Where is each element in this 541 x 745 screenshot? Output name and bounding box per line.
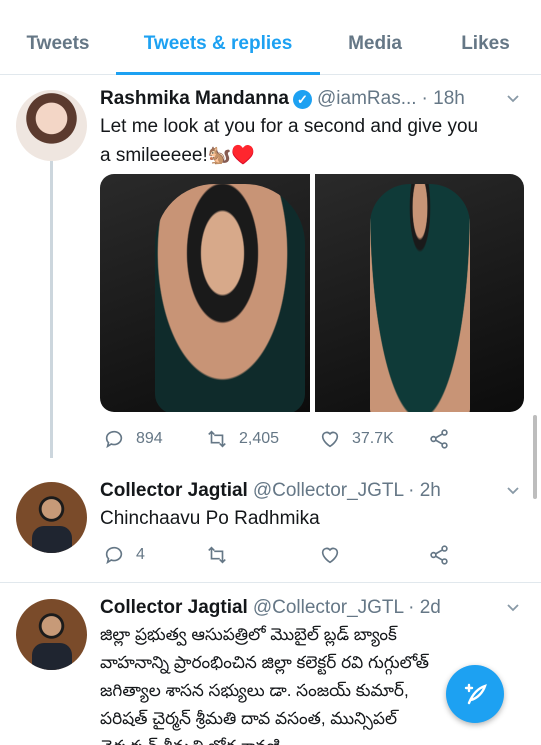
scrollbar[interactable] <box>533 415 537 499</box>
author-name[interactable]: Collector Jagtial <box>100 480 248 502</box>
author-handle[interactable]: @iamRas... <box>317 88 417 110</box>
like-button[interactable] <box>319 544 341 566</box>
feather-plus-icon <box>464 683 487 705</box>
verified-badge-icon: ✓ <box>293 89 312 109</box>
reply-count: 894 <box>136 430 163 447</box>
tweet-time: · 18h <box>421 88 465 109</box>
media-photo-1[interactable] <box>100 174 310 412</box>
tweet-header: Rashmika Mandanna ✓ @iamRas... · 18h <box>100 86 523 112</box>
avatar[interactable] <box>16 599 87 670</box>
tweet-card[interactable]: Collector Jagtial @Collector_JGTL · 2h C… <box>0 478 541 578</box>
retweet-button[interactable]: 2,405 <box>206 428 279 450</box>
reply-button[interactable]: 894 <box>103 428 163 450</box>
author-name[interactable]: Rashmika Mandanna <box>100 88 289 110</box>
tab-tweets-and-replies[interactable]: Tweets & replies <box>116 14 320 75</box>
tweet-header: Collector Jagtial @Collector_JGTL · 2h <box>100 478 523 504</box>
reply-icon <box>105 430 123 449</box>
chevron-down-icon[interactable] <box>505 482 521 498</box>
tweet-text-line: a smileeeee!🐿️♥️ <box>100 145 256 166</box>
tab-media[interactable]: Media <box>320 14 430 74</box>
tweet-text: Let me look at you for a second and give… <box>100 112 523 170</box>
tab-likes[interactable]: Likes <box>430 14 541 74</box>
author-handle[interactable]: @Collector_JGTL <box>253 480 404 502</box>
tweet-text-line: జిల్లా ప్రభుత్వ ఆసుపత్రిలో మొబైల్ బ్లడ్ … <box>100 625 397 644</box>
tweet-media[interactable] <box>100 174 524 412</box>
profile-tabs: Tweets Tweets & replies Media Likes <box>0 14 541 75</box>
share-icon <box>430 429 448 449</box>
retweet-button[interactable] <box>206 544 228 566</box>
divider <box>0 582 541 583</box>
tab-tweets[interactable]: Tweets <box>0 14 116 74</box>
like-count: 37.7K <box>352 430 394 447</box>
like-button[interactable]: 37.7K <box>319 428 394 450</box>
retweet-icon <box>208 430 226 448</box>
reply-icon <box>105 546 123 565</box>
retweet-icon <box>208 546 226 564</box>
tweet-text-line: Let me look at you for a second and give… <box>100 116 479 137</box>
chevron-down-icon[interactable] <box>505 90 521 106</box>
tab-label: Tweets & replies <box>143 33 293 54</box>
tweet-time: · 2h <box>408 480 441 501</box>
author-handle[interactable]: @Collector_JGTL <box>253 597 404 619</box>
reply-count: 4 <box>136 546 145 563</box>
retweet-count: 2,405 <box>239 430 280 447</box>
share-button[interactable] <box>428 428 450 450</box>
tweet-time: · 2d <box>408 597 441 618</box>
tab-label: Likes <box>461 33 510 54</box>
tweet-actions: 4 <box>100 540 523 570</box>
heart-icon <box>321 431 339 448</box>
share-button[interactable] <box>428 544 450 566</box>
author-name[interactable]: Collector Jagtial <box>100 597 248 619</box>
compose-tweet-button[interactable] <box>446 665 504 723</box>
avatar[interactable] <box>16 482 87 553</box>
tweet-text: Chinchaavu Po Radhmika <box>100 508 320 529</box>
media-photo-2[interactable] <box>314 174 524 412</box>
reply-button[interactable]: 4 <box>103 544 145 566</box>
tab-label: Tweets <box>26 33 90 54</box>
share-icon <box>430 545 448 565</box>
tweet-text-line: చైర్పర్సన్ శ్రీమతి బోగ శ్రావణి <box>100 733 523 745</box>
tweet-header: Collector Jagtial @Collector_JGTL · 2d <box>100 595 523 621</box>
heart-icon <box>321 547 339 564</box>
tab-indicator <box>116 72 320 75</box>
tweet-card[interactable]: Rashmika Mandanna ✓ @iamRas... · 18h Let… <box>0 86 541 466</box>
tab-label: Media <box>348 33 402 54</box>
status-strip <box>0 0 541 14</box>
avatar[interactable] <box>16 90 87 161</box>
chevron-down-icon[interactable] <box>505 599 521 615</box>
tweet-actions: 894 2,405 37.7K <box>100 424 523 454</box>
